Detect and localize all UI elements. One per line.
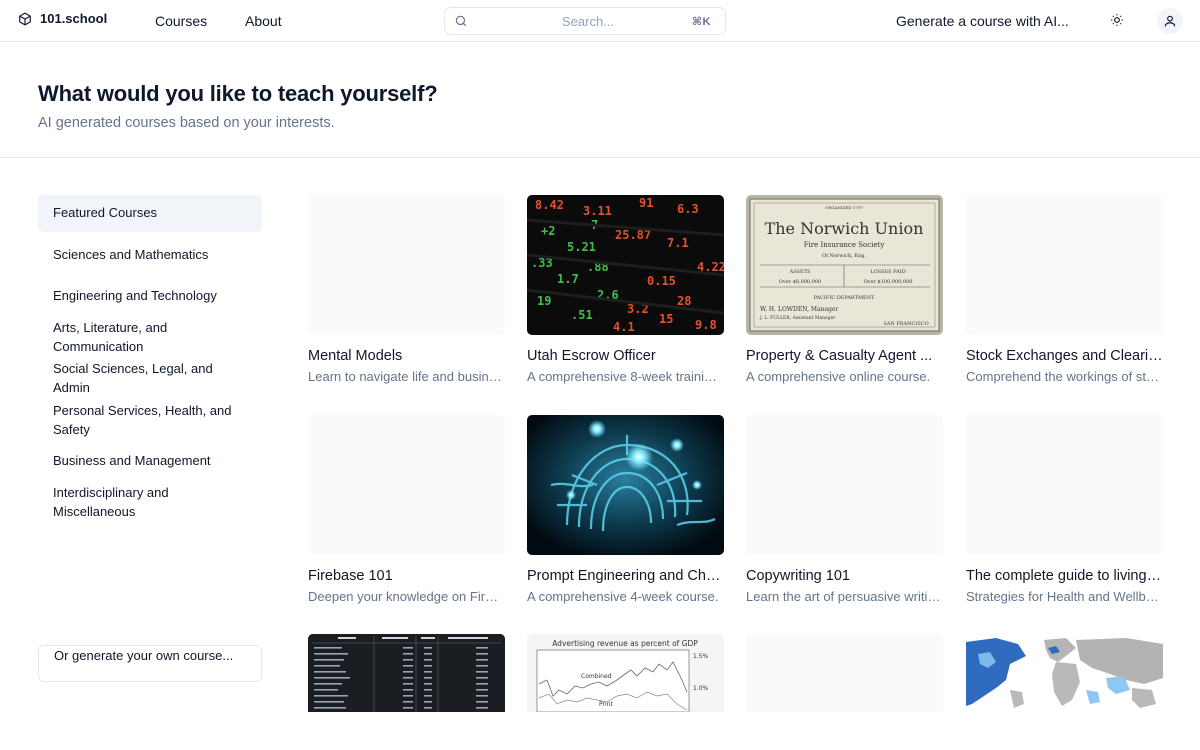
norwich-organized: ORGANIZED 1797: [825, 205, 863, 210]
norwich-sub1: Fire Insurance Society: [804, 241, 885, 249]
course-card-advertising-chart[interactable]: Advertising revenue as percent of GDP 1.…: [527, 634, 724, 712]
svg-text:.51: .51: [571, 308, 593, 322]
svg-text:0.15: 0.15: [647, 274, 676, 288]
course-card-complete-guide-living[interactable]: The complete guide to living well Strate…: [966, 415, 1163, 605]
course-card-mental-models[interactable]: Mental Models Learn to navigate life and…: [308, 195, 505, 385]
course-thumbnail-placeholder: [966, 195, 1163, 335]
course-thumbnail-placeholder: [746, 415, 943, 555]
course-title: Utah Escrow Officer: [527, 348, 656, 364]
sidebar-item-interdisciplinary-miscellaneous[interactable]: Interdisciplinary and Miscellaneous: [38, 484, 262, 521]
search-shortcut: ⌘K: [691, 16, 711, 28]
course-card-firebase-101[interactable]: Firebase 101 Deepen your knowledge on Fi…: [308, 415, 505, 605]
adchart-tick-mid: 1.0%: [693, 685, 709, 692]
user-account-button[interactable]: [1157, 8, 1183, 34]
norwich-col1: ASSETS: [789, 269, 811, 275]
course-card-stock-exchanges[interactable]: Stock Exchanges and Clearing Comprehend …: [966, 195, 1163, 385]
course-thumbnail-world-map: [966, 634, 1163, 712]
course-description: Comprehend the workings of stock exchang…: [966, 369, 1163, 384]
generate-own-course-button[interactable]: Or generate your own course...: [38, 645, 262, 682]
course-thumbnail-placeholder: [308, 195, 505, 335]
course-title: Firebase 101: [308, 568, 393, 584]
svg-text:15: 15: [659, 312, 673, 326]
norwich-manager: W. H. LOWDEN, Manager: [760, 306, 838, 313]
course-thumbnail-sql-terminal: [308, 634, 505, 712]
course-title: The complete guide to living well: [966, 568, 1163, 584]
svg-text:6.3: 6.3: [677, 202, 699, 216]
norwich-col2: LOSSES PAID: [870, 269, 905, 275]
sidebar-item-business-management[interactable]: Business and Management: [38, 452, 262, 471]
sidebar-item-sciences-mathematics[interactable]: Sciences and Mathematics: [38, 246, 262, 265]
course-description: Learn the art of persuasive writing.: [746, 589, 943, 604]
brand-logo[interactable]: 101.school: [18, 11, 107, 26]
course-card-utah-escrow-officer[interactable]: 8.42 3.11 91 6.3 25.87 7.1 4.22 0.15 28 3.2 15 9…: [527, 195, 724, 385]
course-description: A comprehensive 8-week training program.: [527, 369, 724, 384]
search-input[interactable]: Search... ⌘K: [444, 7, 726, 35]
adchart-tick-top: 1.5%: [693, 653, 709, 660]
sun-icon: [1111, 14, 1123, 26]
course-card-property-casualty-agent[interactable]: ORGANIZED 1797 The Norwich Union Fire In…: [746, 195, 943, 385]
norwich-header: The Norwich Union: [765, 219, 924, 238]
course-description: A comprehensive online course.: [746, 369, 931, 384]
page-subtitle: AI generated courses based on your inter…: [38, 115, 335, 131]
course-description: Deepen your knowledge on Firebase.: [308, 589, 505, 604]
sidebar-item-social-sciences-legal-admin[interactable]: Social Sciences, Legal, and Admin: [38, 360, 262, 397]
hero-section: What would you like to teach yourself? A…: [0, 42, 1200, 158]
norwich-assistant: J. L. FULLER, Assistant Manager: [759, 315, 836, 321]
theme-toggle-button[interactable]: [1106, 9, 1128, 31]
sidebar-item-arts-literature-communication[interactable]: Arts, Literature, and Communication: [38, 319, 262, 356]
svg-text:+2: +2: [541, 224, 555, 238]
course-thumbnail-placeholder: [746, 634, 943, 712]
cube-icon: [19, 12, 31, 25]
svg-text:5.21: 5.21: [567, 240, 596, 254]
course-thumbnail-circuit-brain: [527, 415, 724, 555]
svg-text:91: 91: [639, 196, 653, 210]
course-card-placeholder-row3[interactable]: [746, 634, 943, 712]
adchart-label-combined: Combined: [581, 673, 612, 680]
sidebar-item-personal-services-health-safety[interactable]: Personal Services, Health, and Safety: [38, 402, 262, 439]
nav-courses-link[interactable]: Courses: [155, 13, 207, 29]
norwich-sub2: Of Norwich, Eng.: [822, 253, 866, 259]
search-icon: [455, 15, 467, 27]
svg-text:7.1: 7.1: [667, 236, 689, 250]
course-thumbnail-stock-ticker: 8.42 3.11 91 6.3 25.87 7.1 4.22 0.15 28 3.2 15 9…: [527, 195, 724, 335]
norwich-val2: Over $100,000,000: [864, 279, 913, 285]
course-description: Strategies for Health and Wellbeing.: [966, 589, 1163, 604]
course-card-sql-table[interactable]: [308, 634, 505, 712]
course-title: Copywriting 101: [746, 568, 850, 584]
sidebar-item-featured-courses[interactable]: Featured Courses: [38, 195, 262, 232]
norwich-city: SAN FRANCISCO: [883, 321, 928, 327]
norwich-dept: PACIFIC DEPARTMENT: [814, 295, 876, 301]
adchart-title: Advertising revenue as percent of GDP: [552, 639, 698, 648]
sidebar-item-engineering-technology[interactable]: Engineering and Technology: [38, 287, 262, 306]
course-title: Mental Models: [308, 348, 403, 364]
brand-name: 101.school: [40, 11, 108, 26]
user-icon: [1164, 15, 1176, 27]
svg-text:8.42: 8.42: [535, 198, 564, 212]
course-description: Learn to navigate life and business with…: [308, 369, 505, 384]
course-thumbnail-placeholder: [966, 415, 1163, 555]
svg-text:1.7: 1.7: [557, 272, 579, 286]
course-description: A comprehensive 4-week course.: [527, 589, 719, 604]
course-card-prompt-engineering[interactable]: Prompt Engineering and ChatGPT A compreh…: [527, 415, 724, 605]
norwich-val1: Over $8,000,000: [779, 279, 822, 285]
course-thumbnail-advertising-chart: Advertising revenue as percent of GDP 1.…: [527, 634, 724, 712]
svg-text:9.8: 9.8: [695, 318, 717, 332]
course-thumbnail-placeholder: [308, 415, 505, 555]
page-title: What would you like to teach yourself?: [38, 81, 438, 106]
svg-text:3.11: 3.11: [583, 204, 612, 218]
course-card-copywriting-101[interactable]: Copywriting 101 Learn the art of persuas…: [746, 415, 943, 605]
course-title: Prompt Engineering and ChatGPT: [527, 568, 724, 584]
course-title: Stock Exchanges and Clearing: [966, 348, 1163, 364]
svg-text:28: 28: [677, 294, 691, 308]
nav-about-link[interactable]: About: [245, 13, 282, 29]
course-title: Property & Casualty Agent ...: [746, 348, 933, 364]
top-navigation-bar: 101.school Courses About Search... ⌘K Ge…: [0, 0, 1200, 42]
svg-text:4.1: 4.1: [613, 320, 635, 334]
course-thumbnail-norwich-union: ORGANIZED 1797 The Norwich Union Fire In…: [746, 195, 943, 335]
svg-text:19: 19: [537, 294, 551, 308]
search-placeholder: Search...: [562, 14, 615, 29]
generate-course-link[interactable]: Generate a course with AI...: [896, 13, 1069, 29]
course-card-world-map[interactable]: [966, 634, 1163, 712]
